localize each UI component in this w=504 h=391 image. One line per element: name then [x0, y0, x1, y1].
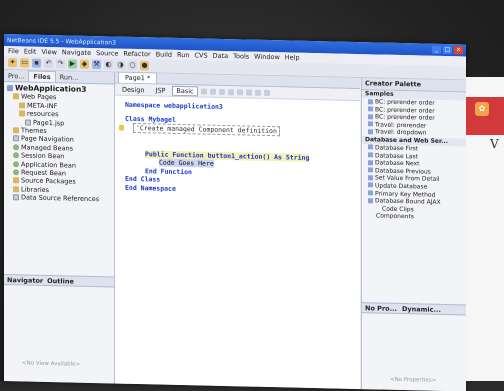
- file-icon: [13, 194, 19, 201]
- component-icon: [368, 190, 373, 196]
- editor-tool-icon[interactable]: [263, 89, 270, 96]
- file-icon: [25, 119, 31, 126]
- menu-data[interactable]: Data: [213, 52, 229, 60]
- properties-empty-text: <No Properties>: [390, 376, 437, 384]
- editor-tool-icon[interactable]: [218, 88, 225, 95]
- tab-dynamic-help[interactable]: Dynamic...: [402, 305, 441, 314]
- component-icon: [368, 113, 373, 120]
- toolbar-icon-12[interactable]: ●: [140, 61, 149, 71]
- tab-properties[interactable]: No Pro...: [365, 304, 397, 313]
- window-controls: _ □ ×: [432, 45, 463, 55]
- design-view-button[interactable]: Design: [118, 84, 148, 95]
- folder-icon: [13, 127, 19, 134]
- redo-icon[interactable]: ↷: [56, 59, 65, 69]
- creator-palette: Creator Palette Samples BC: prerender or…: [361, 78, 466, 391]
- menu-view[interactable]: View: [41, 48, 56, 56]
- folder-icon: [19, 102, 25, 109]
- navigator-empty-text: <No View Available>: [22, 360, 81, 368]
- code-line: 'Create managed Component definition: [133, 122, 280, 137]
- slide-letter: V: [490, 137, 499, 151]
- properties-tabs: No Pro... Dynamic...: [362, 302, 466, 316]
- code-line: Namespace webapplication3: [125, 100, 223, 111]
- palette-item[interactable]: Components: [362, 212, 466, 222]
- component-icon: [368, 167, 373, 173]
- menu-tools[interactable]: Tools: [233, 52, 249, 60]
- folder-icon: [13, 186, 19, 193]
- menu-run[interactable]: Run: [177, 51, 189, 59]
- menu-navigate[interactable]: Navigate: [62, 48, 91, 57]
- menu-build[interactable]: Build: [156, 50, 172, 58]
- gear-icon: [13, 152, 19, 159]
- component-icon: [368, 106, 373, 112]
- component-icon: [368, 98, 373, 104]
- file-icon: [13, 135, 19, 142]
- save-icon[interactable]: ▪: [32, 58, 41, 68]
- logo-icon: ✿: [475, 102, 489, 116]
- navigator-tabs: Navigator Outline: [4, 274, 114, 288]
- tree-item-data-source-references[interactable]: Data Source References: [7, 193, 112, 204]
- menu-refactor[interactable]: Refactor: [123, 50, 150, 59]
- folder-icon: [19, 110, 25, 117]
- editor-tool-icon[interactable]: [200, 87, 207, 95]
- menu-window[interactable]: Window: [254, 53, 280, 62]
- adjacent-slide: ✿ V: [466, 77, 504, 381]
- folder-icon: [13, 177, 19, 184]
- open-project-icon[interactable]: ▭: [20, 58, 29, 68]
- maximize-button[interactable]: □: [443, 45, 452, 55]
- debug-icon[interactable]: ◆: [80, 59, 89, 69]
- undo-icon[interactable]: ↶: [44, 58, 53, 69]
- menu-file[interactable]: File: [8, 47, 19, 55]
- tab-outline[interactable]: Outline: [47, 276, 74, 285]
- ide-window: NetBeans IDE 5.5 - WebApplication3 _ □ ×…: [4, 34, 466, 391]
- gear-icon: [13, 144, 19, 151]
- editor-tool-icon[interactable]: [227, 88, 234, 95]
- window-title: NetBeans IDE 5.5 - WebApplication3: [7, 36, 116, 47]
- toolbar-icon-11[interactable]: ○: [128, 60, 137, 71]
- code-line: Code Goes Here: [159, 158, 214, 168]
- new-file-icon[interactable]: ✦: [8, 58, 17, 68]
- projects-panel: Pro... Files Run... WebApplication3 Web …: [4, 70, 115, 384]
- component-icon: [368, 182, 373, 188]
- menu-source[interactable]: Source: [96, 49, 118, 58]
- tab-runtime[interactable]: Run...: [56, 72, 83, 83]
- component-icon: [368, 121, 373, 127]
- java-view-button[interactable]: Basic: [172, 85, 198, 96]
- build-icon[interactable]: ⚒: [92, 59, 101, 70]
- gear-icon: [13, 160, 19, 167]
- editor-tool-icon[interactable]: [254, 89, 261, 96]
- code-editor: Page1 * Design JSP Basic Namespace webap…: [115, 71, 360, 390]
- project-tree: WebApplication3 Web Pages META-INF resou…: [4, 82, 114, 204]
- minimize-button[interactable]: _: [432, 45, 441, 54]
- menu-help[interactable]: Help: [285, 53, 300, 61]
- editor-tool-icon[interactable]: [209, 88, 216, 95]
- run-icon[interactable]: ▶: [68, 59, 77, 69]
- jsp-view-button[interactable]: JSP: [151, 85, 169, 95]
- editor-tool-icon[interactable]: [236, 88, 243, 95]
- close-button[interactable]: ×: [454, 46, 463, 55]
- folder-icon: [13, 93, 19, 100]
- gear-icon: [13, 169, 19, 176]
- component-icon: [368, 159, 373, 166]
- component-icon: [368, 144, 373, 150]
- lightbulb-icon[interactable]: [119, 124, 124, 131]
- code-area[interactable]: Namespace webapplication3 Class Mybagel …: [115, 95, 360, 390]
- component-icon: [368, 175, 373, 181]
- project-icon: [7, 85, 13, 92]
- component-icon: [368, 152, 373, 158]
- component-icon: [368, 197, 373, 203]
- tab-page1[interactable]: Page1 *: [118, 71, 158, 84]
- toolbar-icon-10[interactable]: ◑: [116, 60, 125, 70]
- tab-files[interactable]: Files: [28, 70, 56, 83]
- code-line: End Class: [125, 174, 161, 184]
- menu-edit[interactable]: Edit: [24, 47, 37, 55]
- tab-projects[interactable]: Pro...: [4, 71, 28, 82]
- editor-tool-icon[interactable]: [245, 88, 252, 96]
- component-icon: [368, 129, 373, 135]
- menu-cvs[interactable]: CVS: [194, 51, 207, 59]
- toolbar-icon-9[interactable]: ◐: [104, 60, 113, 70]
- tab-navigator[interactable]: Navigator: [7, 276, 43, 285]
- code-line: End Namespace: [125, 183, 176, 193]
